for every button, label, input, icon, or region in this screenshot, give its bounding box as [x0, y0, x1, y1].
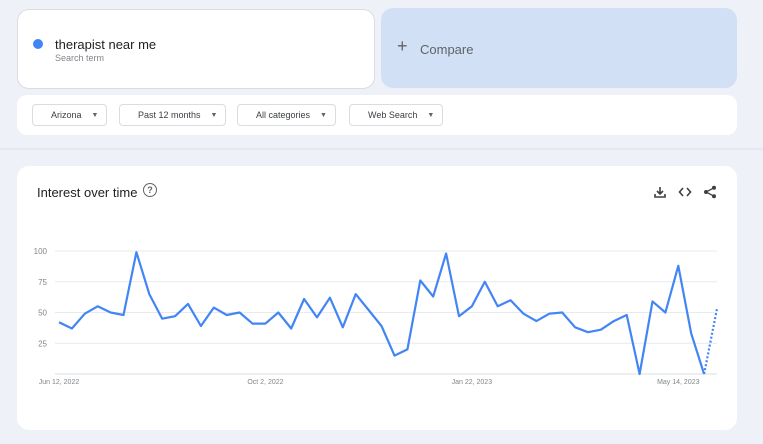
series-line [58, 251, 706, 376]
caret-down-icon: ▼ [91, 111, 99, 119]
y-tick-label: 50 [38, 309, 47, 318]
category-filter-label: All categories [256, 110, 311, 120]
time-range-filter[interactable]: Past 12 months ▼ [119, 104, 227, 126]
category-filter[interactable]: All categories ▼ [237, 104, 336, 126]
search-type-filter-label: Web Search [368, 110, 418, 120]
search-type-filter[interactable]: Web Search ▼ [349, 104, 444, 126]
compare-button[interactable]: + Compare [381, 8, 737, 88]
partial-data-line [703, 308, 719, 375]
time-range-filter-label: Past 12 months [138, 110, 201, 120]
x-tick-label: Jan 22, 2023 [452, 379, 493, 386]
compare-label: Compare [420, 42, 474, 57]
search-term-name[interactable]: therapist near me [55, 37, 156, 52]
search-term-card[interactable]: therapist near me Search term [17, 9, 375, 89]
x-tick-label: Oct 2, 2022 [247, 379, 283, 386]
x-tick-label: May 14, 2023 [657, 379, 700, 386]
y-tick-label: 75 [38, 278, 47, 287]
region-filter-label: Arizona [51, 110, 82, 120]
filters-bar: Arizona ▼ Past 12 months ▼ All categories ▼… [17, 95, 737, 135]
series-color-dot [33, 39, 43, 49]
section-divider [0, 148, 763, 150]
search-term-subtitle: Search term [55, 53, 105, 63]
caret-down-icon: ▼ [320, 111, 327, 119]
interest-over-time-card: Interest over time ? 25 50 75 100 Jun 12, 20… [17, 166, 737, 430]
y-tick-label: 25 [38, 339, 47, 348]
caret-down-icon: ▼ [210, 111, 218, 119]
x-tick-label: Jun 12, 2022 [39, 379, 80, 386]
caret-down-icon: ▼ [427, 111, 435, 119]
plus-icon: + [397, 36, 408, 56]
region-filter[interactable]: Arizona ▼ [32, 104, 108, 126]
line-chart: 25 50 75 100 Jun 12, 2022 Oct 2, 2022 Jan 22, … [34, 247, 719, 386]
y-tick-label: 100 [34, 247, 48, 256]
